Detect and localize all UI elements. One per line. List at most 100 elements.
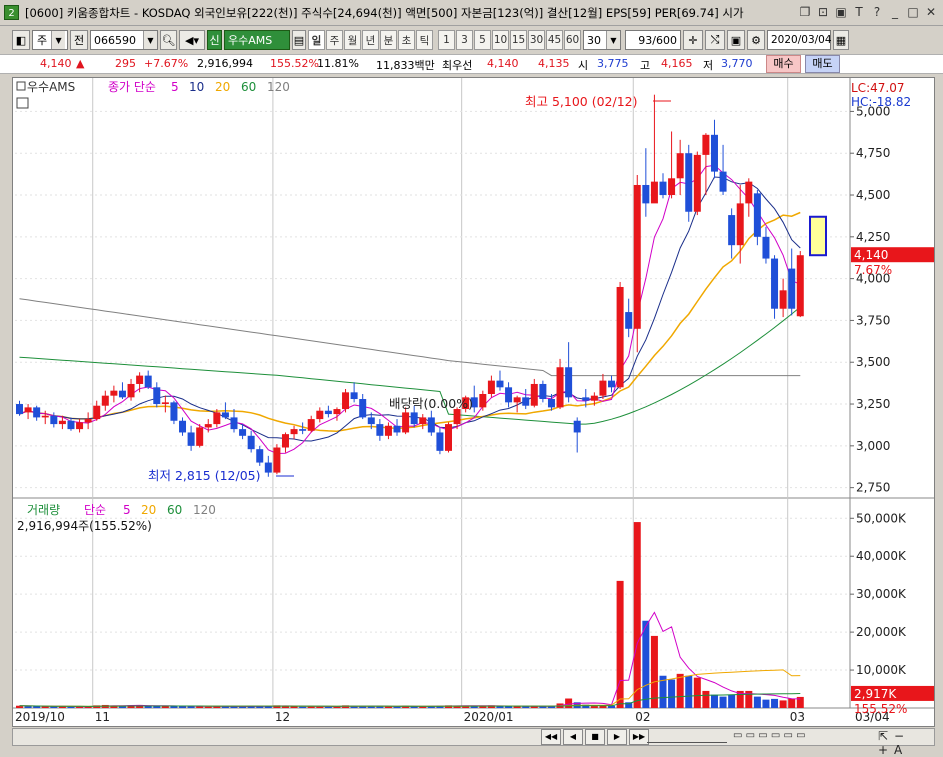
vol-ma-label: 단순 bbox=[84, 503, 106, 517]
candle-down bbox=[144, 375, 152, 388]
ma-legend-label: 종가 단순 bbox=[108, 80, 156, 94]
period-tab-3[interactable]: 년 bbox=[362, 30, 379, 50]
zoom-slider[interactable] bbox=[647, 731, 727, 743]
count-field[interactable]: 93/600 bbox=[625, 30, 681, 50]
min-icon[interactable]: _ bbox=[887, 4, 903, 20]
candle-down bbox=[710, 134, 718, 172]
prev-button[interactable]: 전 bbox=[70, 30, 88, 50]
sell-button[interactable]: 매도 bbox=[805, 55, 840, 73]
candle-up bbox=[590, 395, 598, 401]
candle-up bbox=[633, 184, 641, 329]
y-tick-label: 4,500 bbox=[856, 188, 890, 202]
candle-down bbox=[410, 412, 418, 425]
minute-tab-5[interactable]: 5 bbox=[474, 30, 491, 50]
lc-label: LC:47.07 bbox=[851, 81, 904, 95]
minute-tab-45[interactable]: 45 bbox=[546, 30, 563, 50]
calendar-icon[interactable]: ▦ bbox=[833, 30, 849, 50]
chevron-down-icon: ▼ bbox=[143, 31, 157, 49]
candle-down bbox=[625, 312, 633, 329]
minute-tab-10[interactable]: 10 bbox=[492, 30, 509, 50]
period-tab-2[interactable]: 월 bbox=[344, 30, 361, 50]
low-label: 저 bbox=[703, 59, 714, 72]
minimize-icon[interactable]: ▣ bbox=[833, 4, 849, 20]
candle-down bbox=[247, 435, 255, 450]
stock-chart[interactable]: 2019/10 11 12 2020/01 02 03 03/045,0004,7504,5… bbox=[13, 78, 934, 726]
candle-down bbox=[771, 258, 779, 309]
candle-down bbox=[565, 367, 573, 398]
period-tab-1[interactable]: 주 bbox=[326, 30, 343, 50]
candle-down bbox=[33, 407, 41, 418]
low-price: 3,770 bbox=[721, 57, 753, 70]
gear-icon[interactable]: ⚙ bbox=[747, 30, 765, 50]
minute-tab-1[interactable]: 1 bbox=[438, 30, 455, 50]
candle-up bbox=[650, 181, 658, 204]
candle-up bbox=[796, 255, 804, 317]
ask-price: 4,140 bbox=[487, 57, 519, 70]
candle-down bbox=[728, 215, 736, 246]
candle-down bbox=[239, 429, 247, 436]
candle-up bbox=[58, 420, 66, 425]
crosshair-icon[interactable]: ✛ bbox=[683, 30, 703, 50]
projection-box bbox=[809, 215, 827, 257]
sin-badge[interactable]: 신 bbox=[207, 30, 222, 50]
chart-area[interactable]: 2019/10 11 12 2020/01 02 03 03/04 5,000 4,750 4,5… bbox=[12, 77, 935, 727]
candle-up bbox=[101, 395, 109, 406]
zoom-tools-icon[interactable]: ▭ ▭ ▭ ▭ ▭ ▭ bbox=[733, 730, 806, 741]
vol-tag: 2,917K bbox=[854, 687, 897, 701]
date-field[interactable]: 2020/03/04 bbox=[767, 30, 832, 50]
chevron-down-icon: ▼ bbox=[606, 31, 620, 49]
stock-name-field[interactable]: 우수AMS bbox=[224, 30, 290, 50]
minute-tab-3[interactable]: 3 bbox=[456, 30, 473, 50]
volume-bar bbox=[685, 675, 693, 708]
volume-bar bbox=[590, 706, 598, 708]
candle-down bbox=[187, 432, 195, 446]
vol-ma-60: 60 bbox=[167, 503, 182, 517]
candle-up bbox=[676, 153, 684, 179]
scroll-btn-1[interactable]: ◀ bbox=[563, 729, 583, 745]
period-tab-4[interactable]: 분 bbox=[380, 30, 397, 50]
buy-button[interactable]: 매수 bbox=[766, 55, 801, 73]
help-icon[interactable]: ? bbox=[869, 4, 885, 20]
candle-down bbox=[608, 380, 616, 388]
minute-tab-15[interactable]: 15 bbox=[510, 30, 527, 50]
max-icon[interactable]: □ bbox=[905, 4, 921, 20]
scroll-btn-2[interactable]: ■ bbox=[585, 729, 605, 745]
vol-ma-5: 5 bbox=[123, 503, 131, 517]
scroll-btn-4[interactable]: ▶▶ bbox=[629, 729, 649, 745]
stock-legend: 우수AMS bbox=[27, 80, 75, 94]
volume-bar bbox=[693, 677, 701, 708]
sound-icon[interactable]: ◀▾ bbox=[179, 30, 205, 50]
stock-code-input[interactable]: 066590 ▼ bbox=[90, 30, 158, 50]
ma-legend-120: 120 bbox=[267, 80, 290, 94]
vol-pct-tag: 155.52% bbox=[854, 702, 907, 716]
scroll-btn-0[interactable]: ◀◀ bbox=[541, 729, 561, 745]
draw-tool-icon[interactable]: ⤭ bbox=[705, 30, 725, 50]
candle-up bbox=[779, 290, 787, 309]
chart-layout-icon[interactable]: ◧ bbox=[12, 30, 30, 50]
period-tab-6[interactable]: 틱 bbox=[416, 30, 433, 50]
search-icon[interactable]: 🔍︎ bbox=[160, 30, 177, 50]
candle-down bbox=[50, 415, 58, 425]
candle-down bbox=[539, 383, 547, 400]
minute-select[interactable]: 30 ▼ bbox=[583, 30, 621, 50]
period-type-select[interactable]: 주 ▼ bbox=[32, 30, 68, 50]
candle-down bbox=[67, 420, 75, 430]
period-tab-0[interactable]: 일 bbox=[308, 30, 325, 50]
window-controls: ❐ ⊡ ▣ T? _ □ ✕ bbox=[797, 4, 939, 20]
candle-up bbox=[127, 383, 135, 398]
scroll-btn-3[interactable]: ▶ bbox=[607, 729, 627, 745]
menu-icon[interactable]: ▤ bbox=[292, 30, 306, 50]
candle-up bbox=[110, 390, 118, 396]
save-icon[interactable]: ▣ bbox=[727, 30, 745, 50]
text-icon[interactable]: T bbox=[851, 4, 867, 20]
period-tab-5[interactable]: 초 bbox=[398, 30, 415, 50]
candle-down bbox=[685, 153, 693, 212]
candle-up bbox=[307, 419, 315, 431]
chart-scrollbar[interactable]: ◀◀ ◀ ■ ▶ ▶▶ ▭ ▭ ▭ ▭ ▭ ▭ ⇱−+A bbox=[12, 728, 935, 757]
minute-tab-60[interactable]: 60 bbox=[564, 30, 581, 50]
restore-icon[interactable]: ❐ bbox=[797, 4, 813, 20]
minute-tab-30[interactable]: 30 bbox=[528, 30, 545, 50]
candle-down bbox=[547, 399, 555, 408]
pin-icon[interactable]: ⊡ bbox=[815, 4, 831, 20]
close-icon[interactable]: ✕ bbox=[923, 4, 939, 20]
